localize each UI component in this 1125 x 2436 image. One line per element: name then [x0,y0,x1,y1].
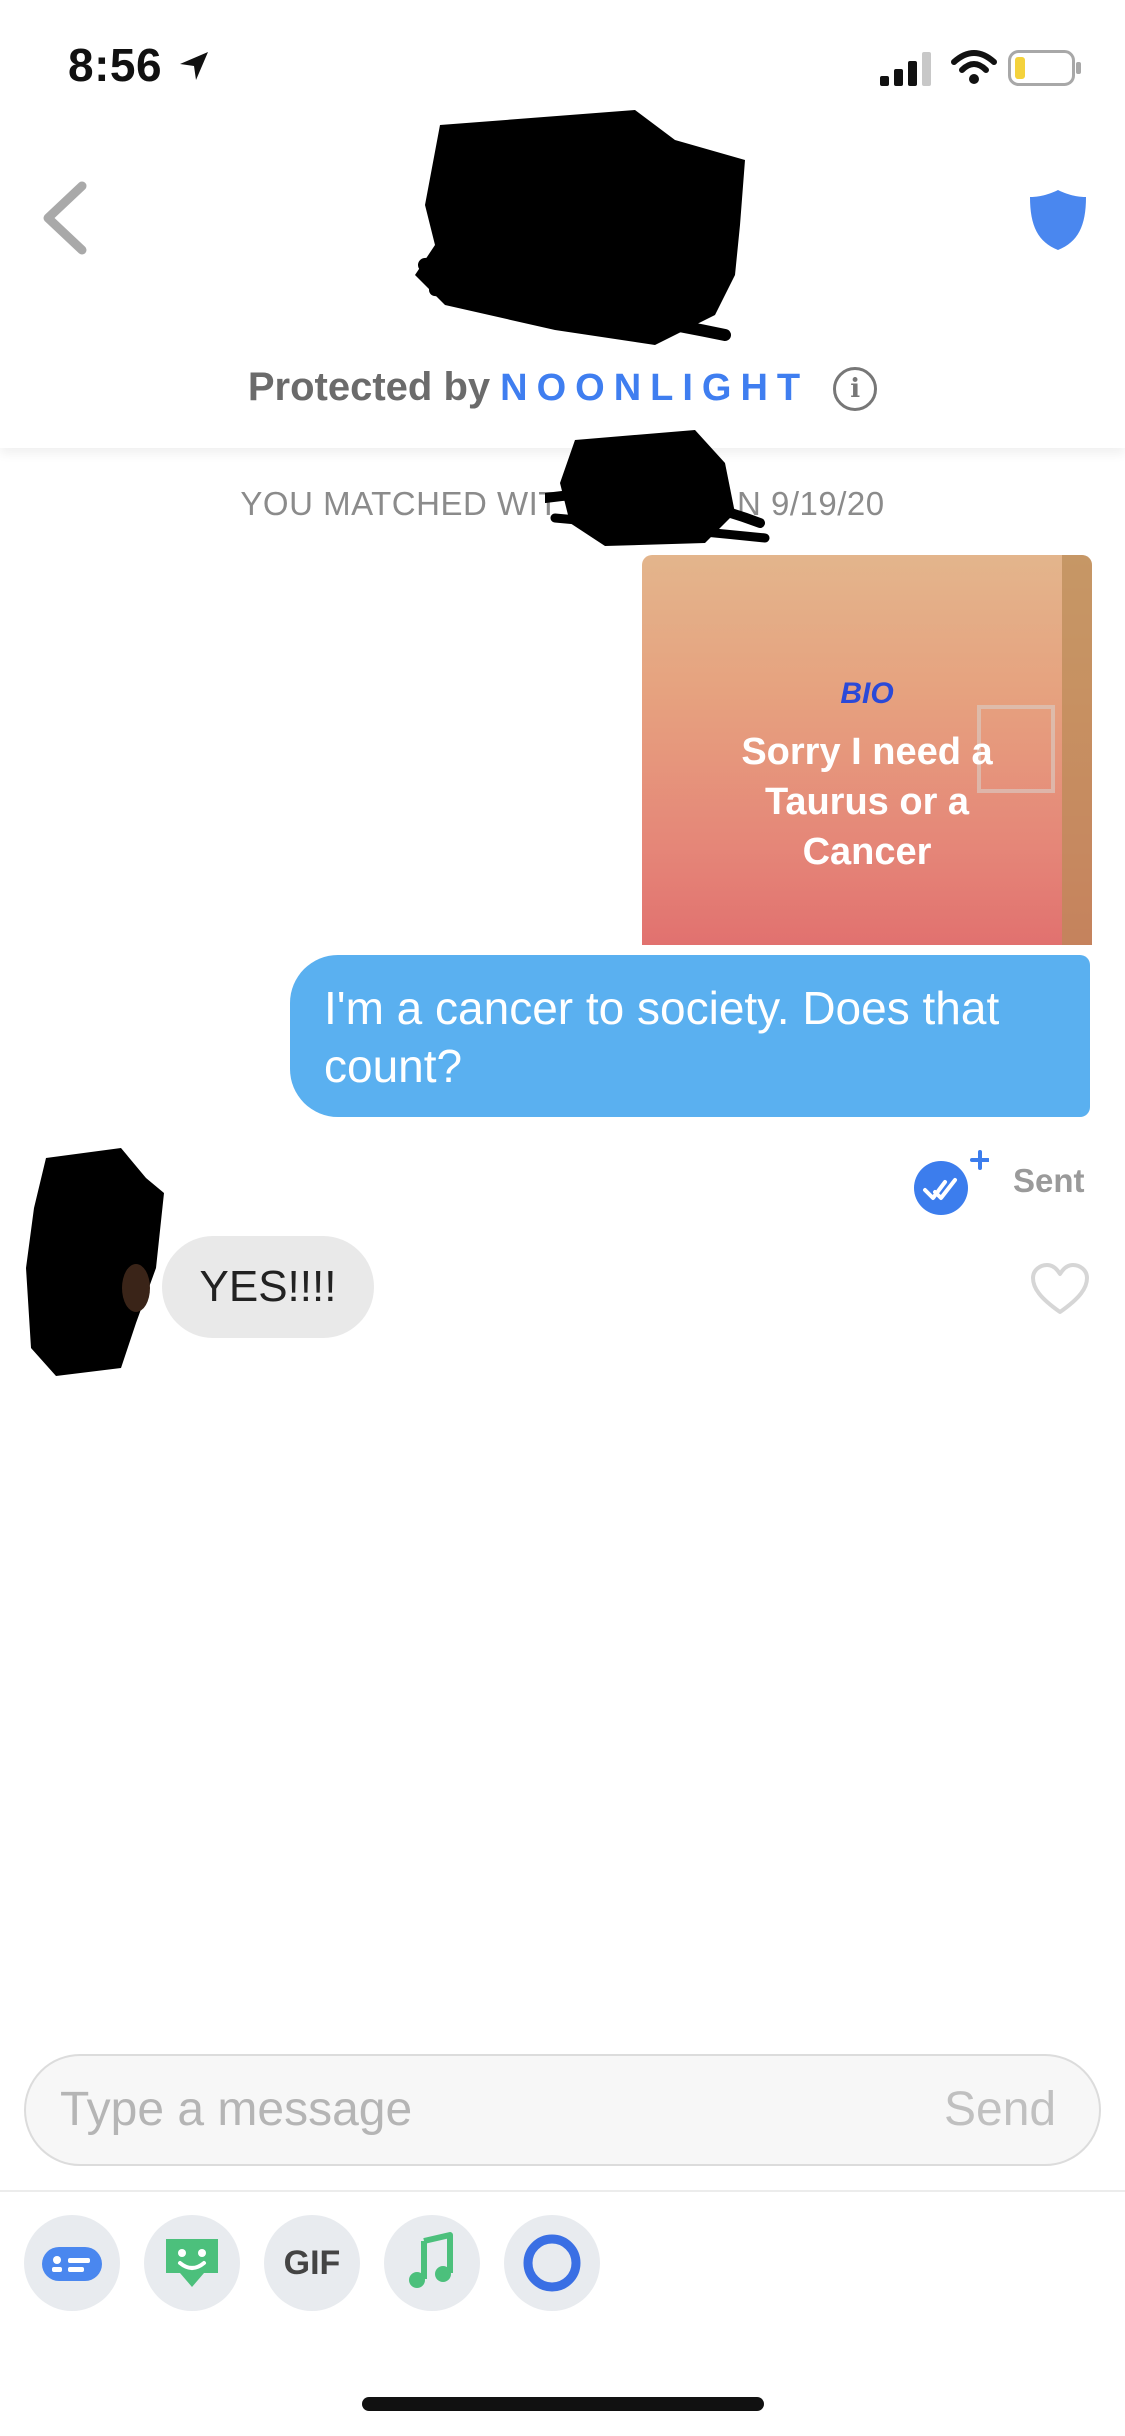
avatar[interactable] [26,1148,168,1376]
battery-icon [1008,50,1081,86]
redacted-match-name [545,430,770,546]
location-arrow-icon [180,52,208,80]
home-indicator [362,2397,764,2411]
message-status: Sent [1013,1162,1085,1199]
protected-by-label: Protected by [247,365,491,409]
bio-reply-card[interactable]: BIO Sorry I need a Taurus or a Cancer [642,555,1092,945]
bio-label: BIO [840,677,894,710]
protected-by-banner[interactable]: Protected by NOONLIGHT i [0,365,1125,412]
ring-icon [523,2234,581,2292]
matched-text: YOU MATCHED WIT [240,485,559,522]
back-chevron-icon[interactable] [40,180,90,256]
info-icon[interactable]: i [833,367,878,412]
status-time: 8:56 [68,39,163,91]
send-button[interactable]: Send [944,2082,1056,2137]
incoming-message-bubble[interactable]: YES!!!! [162,1236,374,1338]
noonlight-brand: NOONLIGHT [500,367,810,409]
shield-icon[interactable] [1028,188,1088,252]
double-check-icon[interactable] [913,1150,989,1216]
sticker-button[interactable] [144,2215,240,2311]
bio-text: Sorry I need a Taurus or a Cancer [741,731,993,873]
wifi-icon [951,50,997,84]
message-placeholder: Type a message [60,2083,413,2136]
photo-background [1062,555,1092,945]
heart-icon[interactable] [1030,1262,1090,1316]
outgoing-message-bubble[interactable]: I'm a cancer to society. Does that count… [290,955,1090,1117]
signal-icon [880,52,931,86]
music-note-icon [409,2232,453,2288]
music-button[interactable] [384,2215,480,2311]
redacted-profile-name [415,110,745,345]
toolbar-divider [0,2190,1125,2192]
gif-icon: GIF [283,2244,341,2282]
gif-button[interactable]: GIF [264,2215,360,2311]
keyboard-card-icon [42,2247,102,2281]
profile-card-button[interactable] [24,2215,120,2311]
ring-button[interactable] [504,2215,600,2311]
sticker-icon [166,2239,218,2287]
